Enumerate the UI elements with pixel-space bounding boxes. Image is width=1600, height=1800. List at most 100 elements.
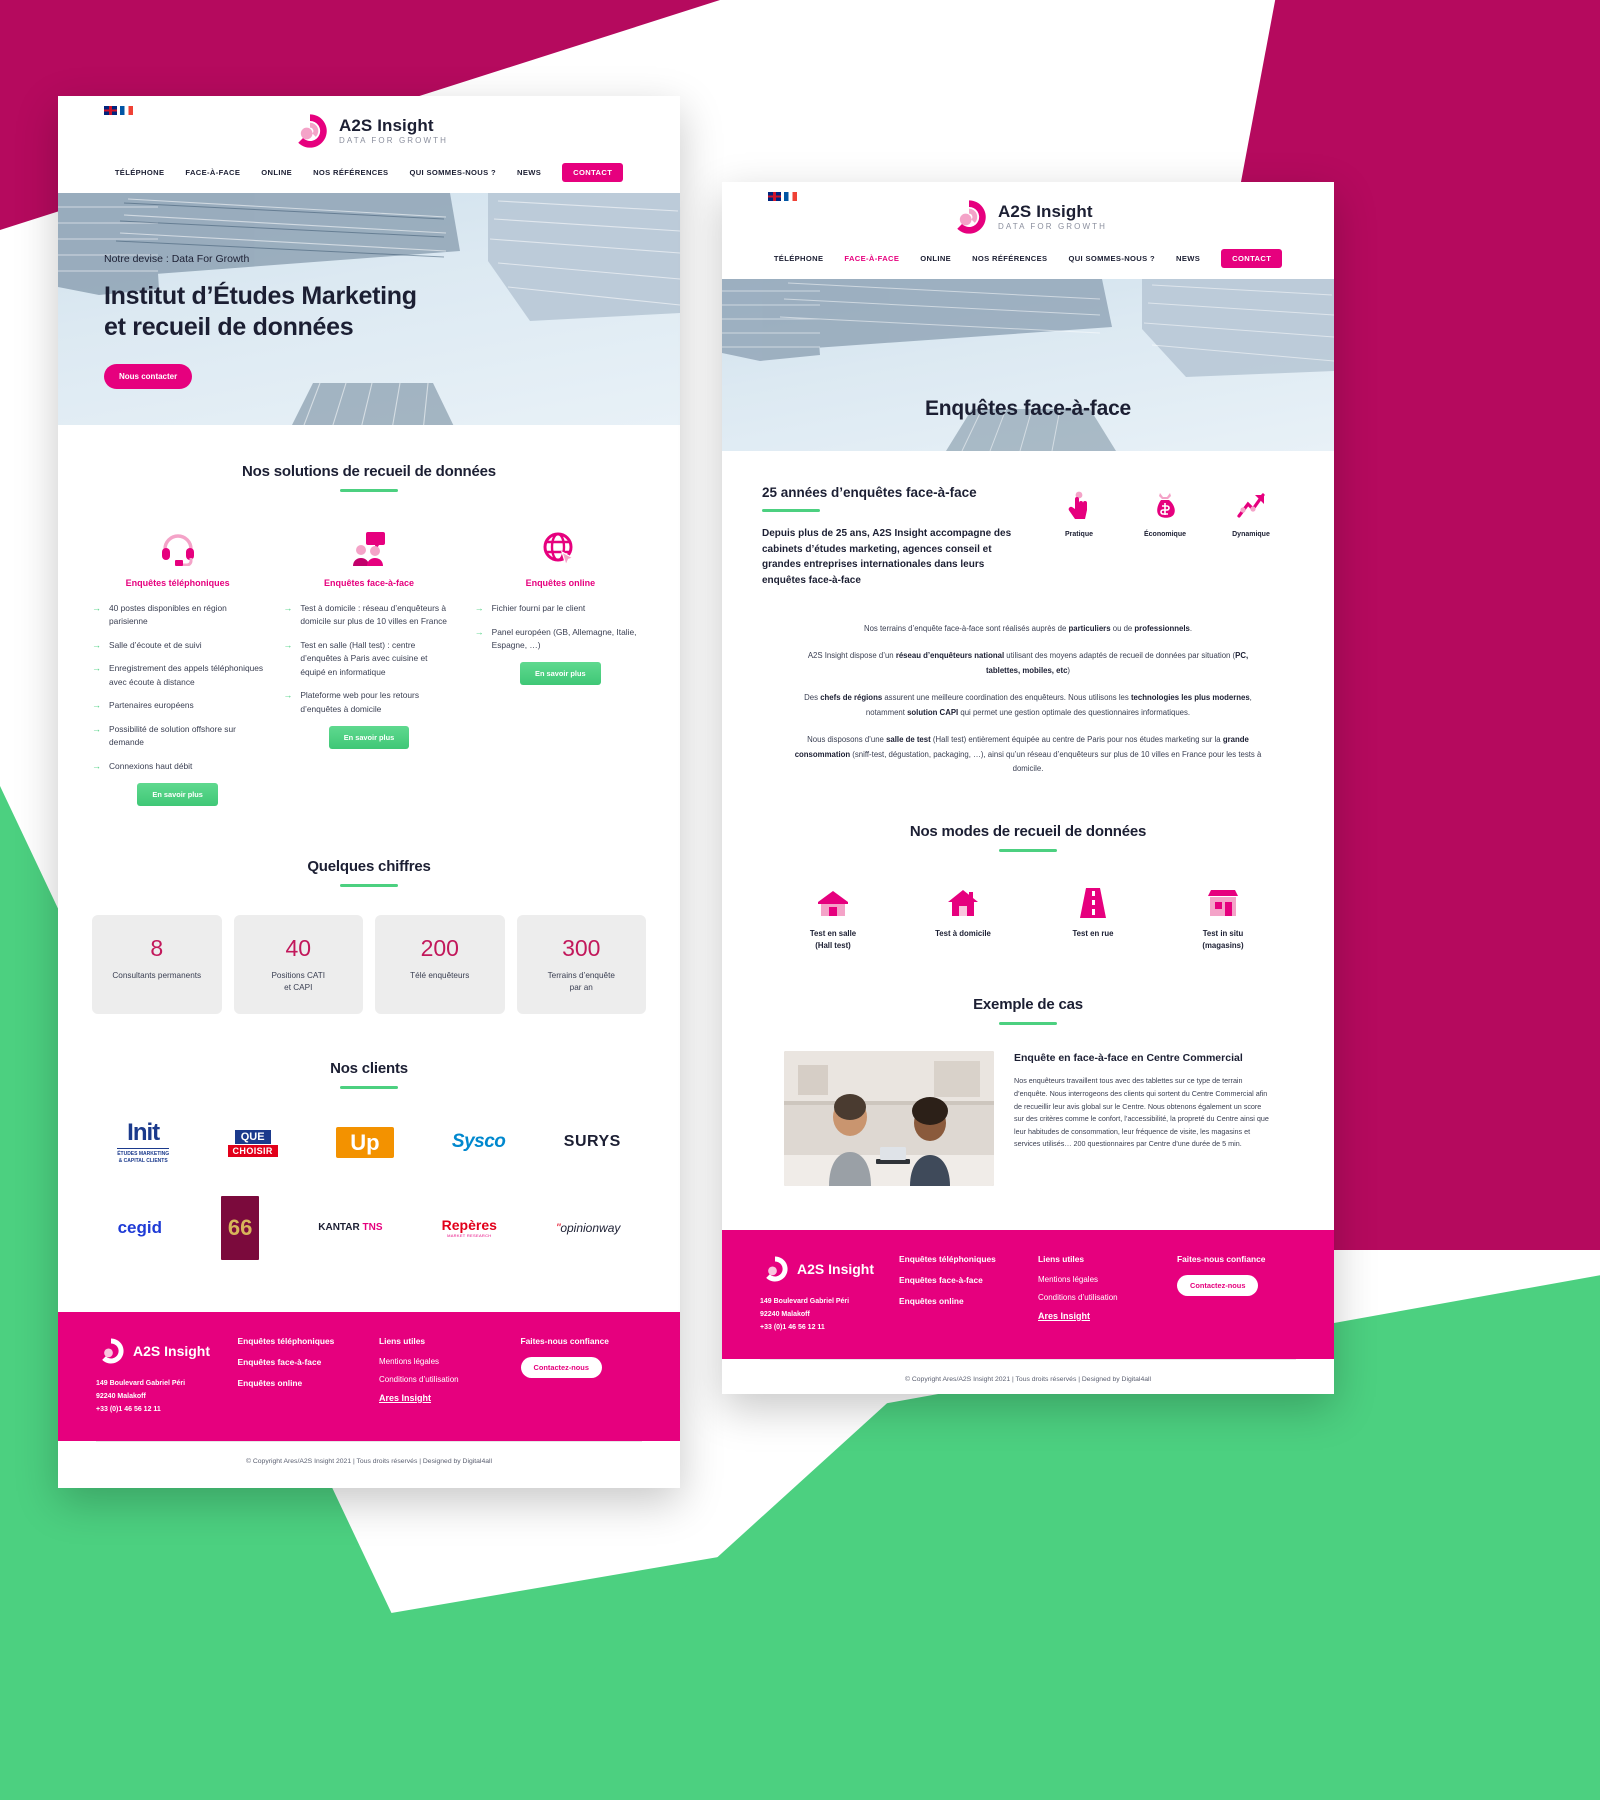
list-item: → Test en salle (Hall test) : centre d’en… [283,639,454,679]
paragraph: Nous disposons d’une salle de test (Hall… [794,735,1262,773]
footer-link-ares[interactable]: Ares Insight [379,1393,501,1403]
footer-link-telephone[interactable]: Enquêtes téléphoniques [899,1254,1018,1264]
footer-trust-title: Faites-nous confiance [520,1335,609,1346]
brand-tagline: DATA FOR GROWTH [339,135,448,145]
brand-logo[interactable]: A2S Insight DATA FOR GROWTH [722,197,1334,237]
client-logo-sysco: Sysco [451,1131,506,1153]
footer-brand-name: A2S Insight [133,1342,211,1359]
main-navigation[interactable]: TÉLÉPHONE FACE-À-FACE ONLINE NOS RÉFÉREN… [58,151,680,193]
arrow-right-icon: → [92,760,101,771]
nav-item-news[interactable]: NEWS [1176,254,1200,263]
footer-link-conditions[interactable]: Conditions d’utilisation [379,1375,501,1384]
hero-title: Institut d’Études Marketing et recueil d… [104,282,417,341]
list-item: → Fichier fourni par le client [475,602,646,616]
globe-cursor-icon [475,526,646,566]
solution-heading: Enquêtes téléphoniques [125,578,230,588]
footer-services-column: Enquêtes téléphoniques Enquêtes face-à-f… [899,1254,1018,1335]
english-flag-icon[interactable] [768,192,781,201]
mode-rue: Test en rue [1048,880,1138,951]
nav-item-about[interactable]: QUI SOMMES-NOUS ? [1068,254,1155,263]
hero-contact-button[interactable]: Nous contacter [104,364,193,389]
footer-services-column: Enquêtes téléphoniques Enquêtes face-à-f… [238,1336,360,1417]
footer-link-online[interactable]: Enquêtes online [899,1296,1018,1306]
mode-label: Test en salle (Hall test) [809,929,857,951]
stat-label: Terrains d’enquête par an [547,971,615,993]
advantage-dynamique: Dynamique [1215,489,1287,588]
footer-link-mentions[interactable]: Mentions légales [379,1357,501,1366]
learn-more-button[interactable]: En savoir plus [137,783,218,807]
main-navigation[interactable]: TÉLÉPHONE FACE-À-FACE ONLINE NOS RÉFÉREN… [722,237,1334,279]
learn-more-button[interactable]: En savoir plus [328,726,410,750]
footer-link-mentions[interactable]: Mentions légales [1038,1275,1157,1284]
modes-row: Test en salle (Hall test) Test à domicil… [722,852,1334,951]
mode-label: Test in situ (magasins) [1202,929,1244,951]
french-flag-icon[interactable] [120,106,133,115]
solution-bullets: → Test à domicile : réseau d’enquêteurs à… [283,602,454,716]
footer-logo[interactable]: A2S Insight [760,1254,879,1284]
case-title: Exemple de cas [973,995,1083,1013]
footer-useful-column: Liens utiles Mentions légales Conditions… [379,1336,501,1417]
footer-link-face-a-face[interactable]: Enquêtes face-à-face [899,1275,1018,1285]
list-item: → Salle d’écoute et de suivi [92,639,263,653]
arrow-right-icon: → [283,603,293,613]
intro-paragraph: Depuis plus de 25 ans, A2S Insight accom… [762,528,1012,586]
footer-useful-title: Liens utiles [1038,1253,1085,1264]
french-flag-icon[interactable] [784,192,797,201]
brand-name: A2S Insight [339,116,434,136]
nav-item-telephone[interactable]: TÉLÉPHONE [115,168,165,177]
advantage-label: Dynamique [1232,531,1270,538]
footer-link-ares[interactable]: Ares Insight [1038,1311,1157,1321]
client-logos-row-1: Init ÉTUDES MARKETING & CAPITAL CLIENTS … [58,1089,680,1166]
clients-section: Nos clients Init ÉTUDES MARKETING & CAPI… [58,1014,680,1260]
stat-number: 40 [285,935,312,962]
figures-title: Quelques chiffres [307,858,431,876]
arrow-chart-icon [1215,489,1287,523]
nav-item-telephone[interactable]: TÉLÉPHONE [774,254,824,263]
arrow-right-icon: → [92,603,101,613]
nav-item-references[interactable]: NOS RÉFÉRENCES [972,254,1047,263]
advantage-label: Économique [1143,531,1186,538]
case-text-block: Enquête en face-à-face en Centre Commerc… [1014,1051,1272,1186]
list-item: → Connexions haut débit [92,760,263,774]
hero-kicker: Notre devise : Data For Growth [104,253,250,265]
advantage-label: Pratique [1064,531,1093,538]
footer-contact-button[interactable]: Contactez-nous [520,1356,602,1378]
headset-icon [92,526,263,566]
nav-item-face-a-face[interactable]: FACE-À-FACE [844,254,899,263]
paragraph: Des chefs de régions assurent une meille… [804,693,1252,717]
hero-content: Notre devise : Data For Growth Institut … [58,193,680,425]
footer-link-face-a-face[interactable]: Enquêtes face-à-face [238,1357,360,1367]
mode-in-situ: Test in situ (magasins) [1178,880,1268,951]
nav-item-news[interactable]: NEWS [517,168,541,177]
learn-more-button[interactable]: En savoir plus [520,662,601,686]
face-a-face-page-mockup: A2S Insight DATA FOR GROWTH TÉLÉPHONE FA… [722,182,1334,1394]
intro-section: 25 années d’enquêtes face-à-face Depuis … [722,451,1334,588]
footer-link-telephone[interactable]: Enquêtes téléphoniques [238,1336,360,1346]
english-flag-icon[interactable] [104,106,117,115]
modes-section: Nos modes de recueil de données Test en … [722,789,1334,951]
nav-item-about[interactable]: QUI SOMMES-NOUS ? [409,168,496,177]
footer-link-conditions[interactable]: Conditions d’utilisation [1038,1293,1157,1302]
paragraph: Nos terrains d’enquête face-à-face sont … [863,624,1193,633]
nav-item-references[interactable]: NOS RÉFÉRENCES [313,168,388,177]
list-item: → Enregistrement des appels téléphoniques… [92,662,263,689]
brand-logo[interactable]: A2S Insight DATA FOR GROWTH [58,111,680,151]
footer-logo[interactable]: A2S Insight [96,1336,218,1366]
copyright-text: © Copyright Ares/A2S Insight 2021 | Tous… [722,1359,1334,1394]
nav-item-online[interactable]: ONLINE [920,254,951,263]
client-logo-init: Init ÉTUDES MARKETING & CAPITAL CLIENTS [117,1118,170,1165]
client-logo-que-choisir: QUE CHOISIR [227,1127,278,1158]
spiral-swirl-logo-icon [298,114,327,148]
footer-link-online[interactable]: Enquêtes online [238,1378,360,1388]
footer-contact-button[interactable]: Contactez-nous [1177,1274,1259,1296]
nav-contact-button[interactable]: CONTACT [1221,249,1283,268]
site-header: A2S Insight DATA FOR GROWTH TÉLÉPHONE FA… [722,182,1334,279]
figures-section: Quelques chiffres 8 Consultants permanen… [58,806,680,1014]
arrow-right-icon: → [283,690,293,701]
stat-label: Télé enquêteurs [410,971,470,981]
hall-test-icon [788,880,878,918]
nav-contact-button[interactable]: CONTACT [562,163,624,182]
solution-bullets: → Fichier fourni par le client → Panel eur… [475,602,646,652]
nav-item-face-a-face[interactable]: FACE-À-FACE [185,168,240,177]
nav-item-online[interactable]: ONLINE [261,168,292,177]
